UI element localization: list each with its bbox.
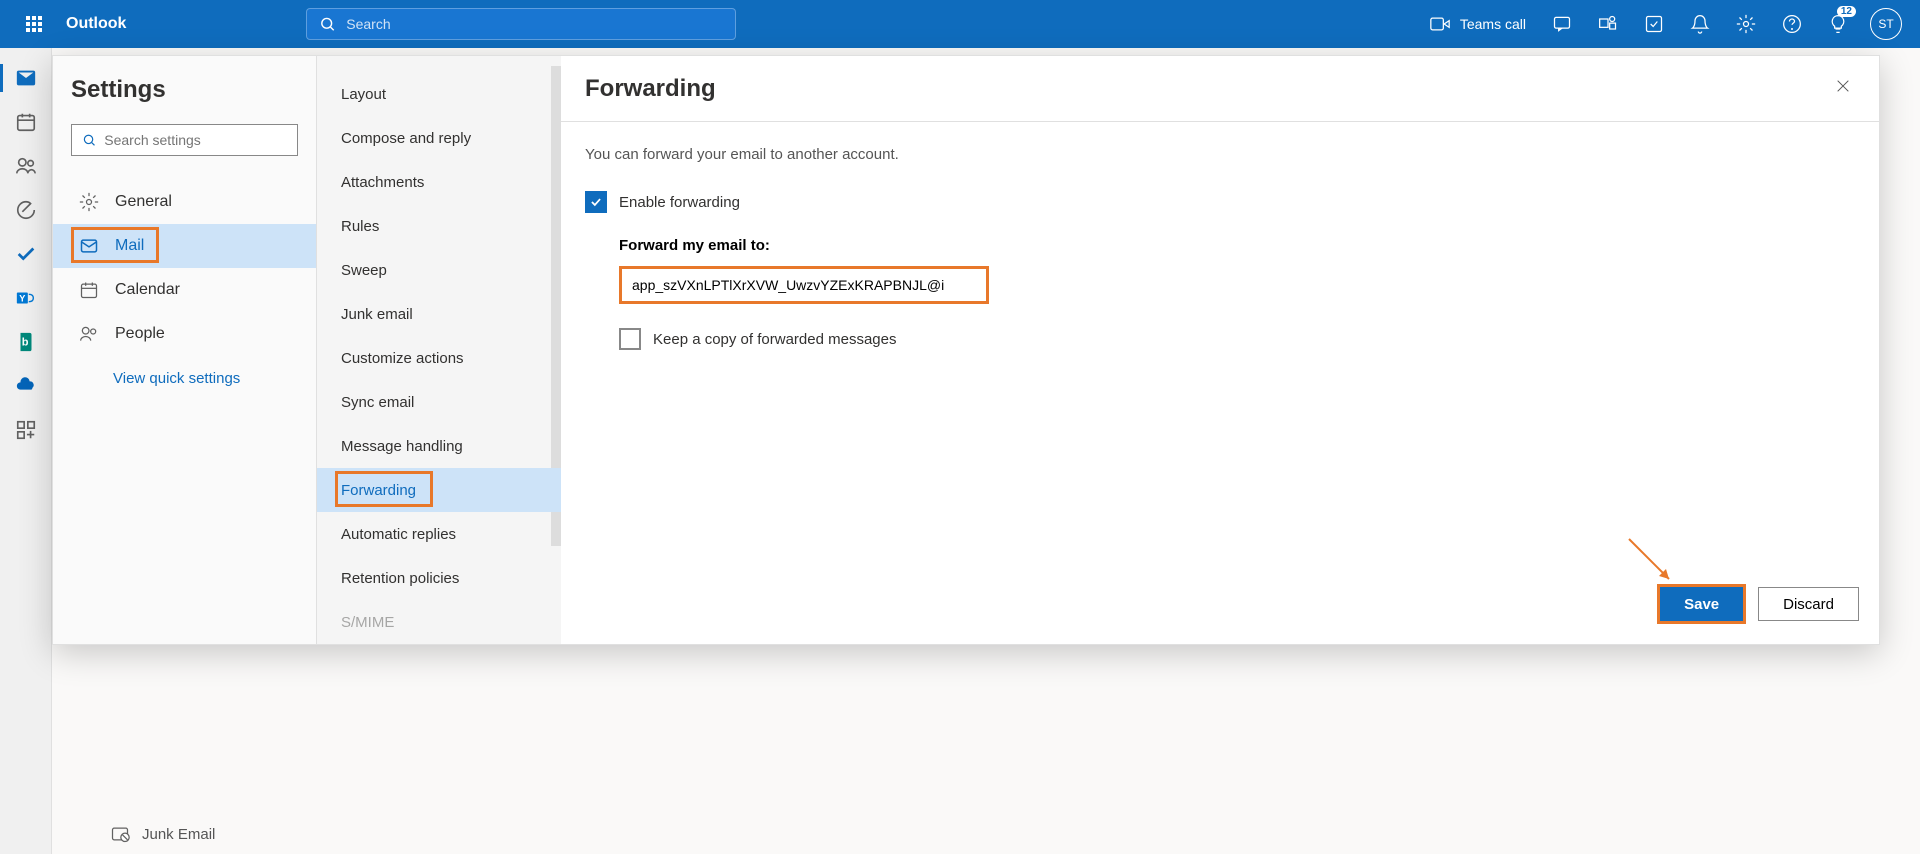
calendar-icon <box>79 280 99 300</box>
keep-copy-checkbox[interactable] <box>619 328 641 350</box>
people-icon <box>79 324 99 344</box>
mid-junk[interactable]: Junk email <box>317 292 561 336</box>
user-avatar[interactable]: ST <box>1870 8 1902 40</box>
mid-message-handling[interactable]: Message handling <box>317 424 561 468</box>
settings-search-input[interactable] <box>104 132 287 148</box>
search-box[interactable] <box>306 8 736 40</box>
nav-general[interactable]: General <box>71 180 298 224</box>
right-header: Forwarding <box>561 56 1879 122</box>
video-icon <box>1430 16 1450 32</box>
svg-text:Y: Y <box>19 294 25 304</box>
settings-middle-panel: Layout Compose and reply Attachments Rul… <box>317 56 561 644</box>
mid-sync[interactable]: Sync email <box>317 380 561 424</box>
mid-customize[interactable]: Customize actions <box>317 336 561 380</box>
gear-icon <box>79 192 99 212</box>
right-content: You can forward your email to another ac… <box>561 122 1879 564</box>
mid-attachments[interactable]: Attachments <box>317 160 561 204</box>
enable-forwarding-row: Enable forwarding <box>585 191 1855 213</box>
panel-title: Forwarding <box>585 75 716 103</box>
view-quick-settings-link[interactable]: View quick settings <box>113 370 298 387</box>
settings-modal: Settings General Mail Calendar Peop <box>52 55 1880 645</box>
header-right: Teams call 12 ST <box>1418 0 1910 48</box>
app-name-label: Outlook <box>66 15 126 33</box>
description-text: You can forward your email to another ac… <box>585 146 1855 163</box>
mid-smime[interactable]: S/MIME <box>317 600 561 644</box>
search-icon <box>319 15 336 33</box>
forward-email-input[interactable] <box>619 266 989 304</box>
background-junk-email: Junk Email <box>110 824 215 844</box>
rail-files-icon[interactable] <box>0 188 52 232</box>
rail-apps-icon[interactable] <box>0 408 52 452</box>
waffle-icon <box>26 16 42 32</box>
rail-bookings-icon[interactable]: b <box>0 320 52 364</box>
rail-todo-icon[interactable] <box>0 232 52 276</box>
header-bar: Outlook Teams call 12 ST <box>0 0 1920 48</box>
nav-mail[interactable]: Mail <box>53 224 316 268</box>
teams-icon[interactable] <box>1586 0 1630 48</box>
keep-copy-row: Keep a copy of forwarded messages <box>619 328 1855 350</box>
footer-buttons: Save Discard <box>561 564 1879 644</box>
nav-people[interactable]: People <box>71 312 298 356</box>
settings-right-panel: Forwarding You can forward your email to… <box>561 56 1879 644</box>
keep-copy-label: Keep a copy of forwarded messages <box>653 331 896 348</box>
left-rail: Y b <box>0 48 52 854</box>
enable-forwarding-label: Enable forwarding <box>619 194 740 211</box>
close-button[interactable] <box>1831 74 1855 103</box>
rail-people-icon[interactable] <box>0 144 52 188</box>
chat-icon[interactable] <box>1540 0 1584 48</box>
highlight-annotation <box>335 471 433 507</box>
search-icon <box>82 132 96 148</box>
mid-sweep[interactable]: Sweep <box>317 248 561 292</box>
save-button[interactable]: Save <box>1657 584 1746 624</box>
settings-icon[interactable] <box>1724 0 1768 48</box>
settings-title: Settings <box>71 76 298 104</box>
settings-modal-overlay: Settings General Mail Calendar Peop <box>52 55 1880 824</box>
mid-retention[interactable]: Retention policies <box>317 556 561 600</box>
enable-forwarding-checkbox[interactable] <box>585 191 607 213</box>
teams-call-button[interactable]: Teams call <box>1418 16 1538 32</box>
highlight-annotation <box>71 227 159 263</box>
settings-left-panel: Settings General Mail Calendar Peop <box>53 56 317 644</box>
tips-badge: 12 <box>1837 6 1856 17</box>
notifications-icon[interactable] <box>1678 0 1722 48</box>
check-icon <box>589 195 603 209</box>
mid-forwarding[interactable]: Forwarding <box>317 468 561 512</box>
svg-text:b: b <box>22 337 29 349</box>
help-icon[interactable] <box>1770 0 1814 48</box>
settings-search-box[interactable] <box>71 124 298 156</box>
forward-to-label: Forward my email to: <box>619 237 1855 254</box>
mid-compose[interactable]: Compose and reply <box>317 116 561 160</box>
rail-calendar-icon[interactable] <box>0 100 52 144</box>
rail-onedrive-icon[interactable] <box>0 364 52 408</box>
todo-icon[interactable] <box>1632 0 1676 48</box>
search-input[interactable] <box>346 16 723 32</box>
mid-layout[interactable]: Layout <box>317 72 561 116</box>
rail-yammer-icon[interactable]: Y <box>0 276 52 320</box>
nav-calendar[interactable]: Calendar <box>71 268 298 312</box>
rail-mail-icon[interactable] <box>0 56 52 100</box>
app-launcher-button[interactable] <box>10 0 58 48</box>
discard-button[interactable]: Discard <box>1758 587 1859 621</box>
close-icon <box>1835 78 1851 94</box>
tips-icon[interactable]: 12 <box>1816 0 1860 48</box>
mid-rules[interactable]: Rules <box>317 204 561 248</box>
mid-auto-replies[interactable]: Automatic replies <box>317 512 561 556</box>
